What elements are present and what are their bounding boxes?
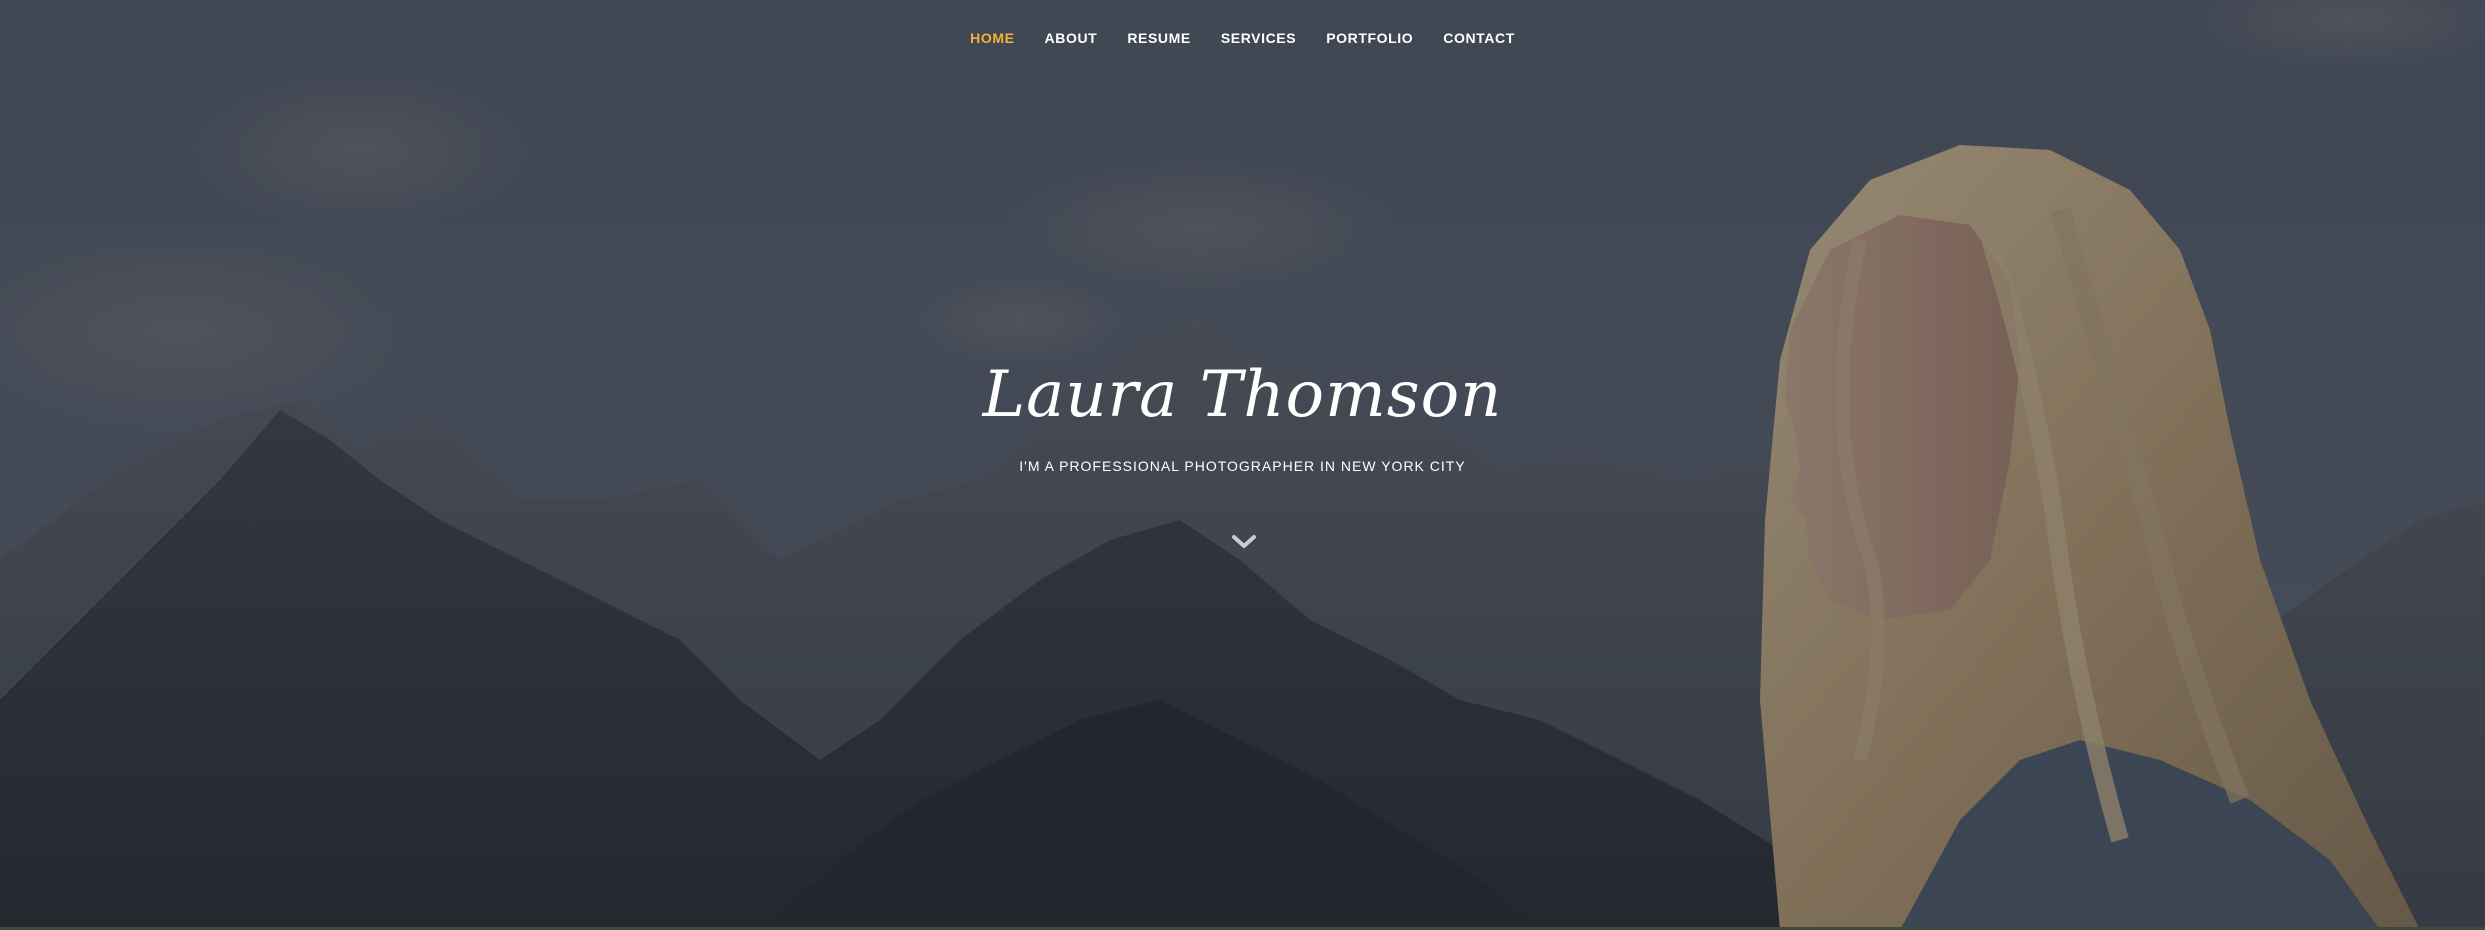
nav-item-portfolio[interactable]: PORTFOLIO <box>1311 26 1428 50</box>
chevron-down-icon <box>1232 535 1256 548</box>
nav-item-home[interactable]: HOME <box>955 26 1029 50</box>
main-navigation: HOME ABOUT RESUME SERVICES PORTFOLIO CON… <box>0 26 2485 50</box>
scroll-down-button[interactable] <box>1230 528 1258 556</box>
hero-tagline: I'M A PROFESSIONAL PHOTOGRAPHER IN NEW Y… <box>1019 458 1466 474</box>
nav-item-services[interactable]: SERVICES <box>1206 26 1311 50</box>
hero-section: HOME ABOUT RESUME SERVICES PORTFOLIO CON… <box>0 0 2485 930</box>
hero-name: Laura Thomson <box>982 358 1503 432</box>
nav-item-resume[interactable]: RESUME <box>1112 26 1206 50</box>
intro-block: Laura Thomson I'M A PROFESSIONAL PHOTOGR… <box>0 352 2485 476</box>
nav-item-contact[interactable]: CONTACT <box>1428 26 1530 50</box>
nav-item-about[interactable]: ABOUT <box>1030 26 1113 50</box>
